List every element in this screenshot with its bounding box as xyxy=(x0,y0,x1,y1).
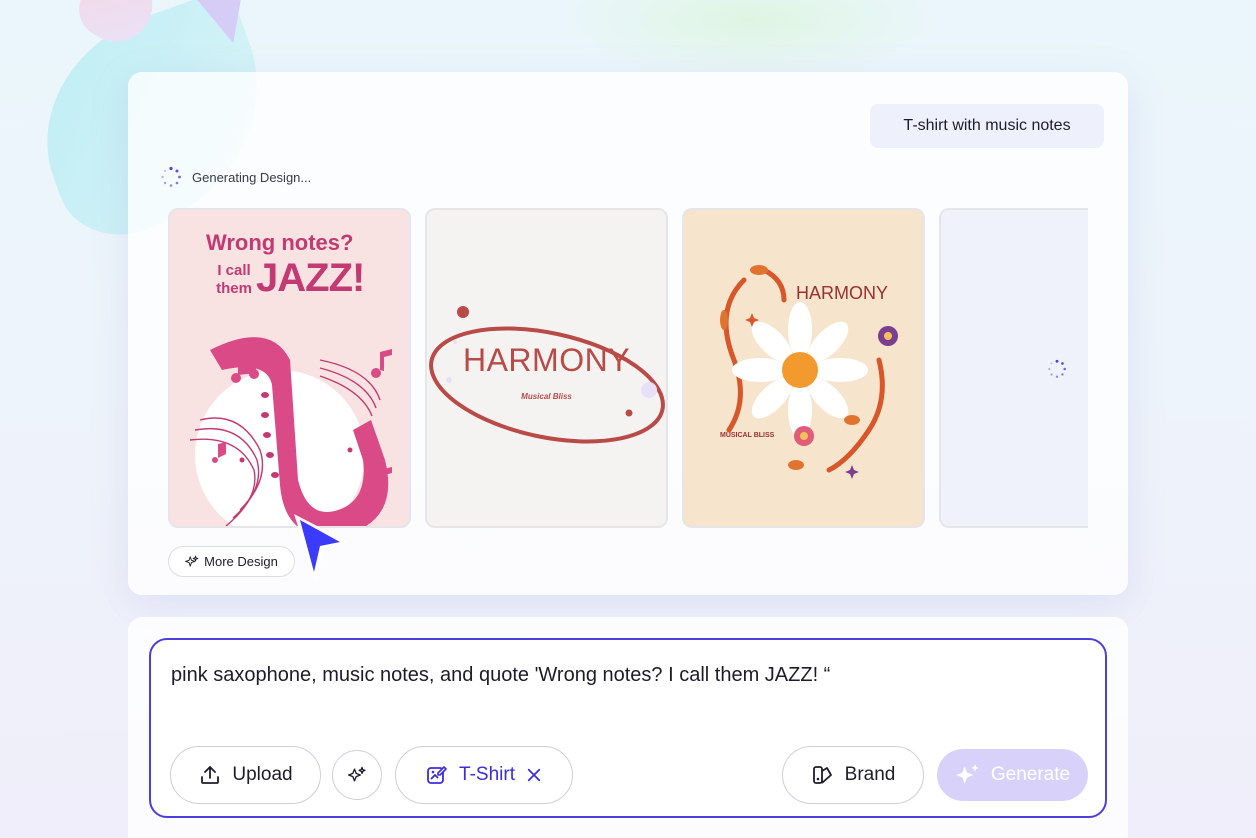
loading-spinner-icon xyxy=(1048,359,1066,378)
brand-palette-icon xyxy=(811,763,835,787)
brand-label: Brand xyxy=(844,764,896,785)
sparkles-icon xyxy=(347,765,367,785)
image-edit-icon xyxy=(425,763,449,787)
background-shape-violet xyxy=(193,0,259,50)
design-card-daisy[interactable]: HARMONY MUSICAL BLISS xyxy=(682,208,925,528)
generate-label: Generate xyxy=(990,764,1071,785)
tshirt-filter-chip[interactable]: T-Shirt xyxy=(395,746,573,804)
prompt-text[interactable]: pink saxophone, music notes, and quote '… xyxy=(171,664,830,687)
generate-button[interactable]: Generate xyxy=(937,749,1088,801)
tshirt-label: T-Shirt xyxy=(459,764,515,785)
pointer-cursor-icon xyxy=(294,514,348,582)
design-results-panel: T-shirt with music notes Generating Desi… xyxy=(128,72,1128,595)
sparkles-icon xyxy=(955,762,981,788)
more-design-label: More Design xyxy=(204,554,278,569)
brand-button[interactable]: Brand xyxy=(782,746,924,804)
prompt-input[interactable]: pink saxophone, music notes, and quote '… xyxy=(149,638,1107,818)
close-icon[interactable] xyxy=(525,766,543,784)
design-gallery: Wrong notes? I call them JAZZ! HARMONY M… xyxy=(168,207,1088,529)
upload-button[interactable]: Upload xyxy=(170,746,321,804)
magic-enhance-button[interactable] xyxy=(332,750,382,800)
design-card-loading xyxy=(939,208,1088,528)
generation-status: Generating Design... xyxy=(160,166,311,188)
daisy-title: HARMONY xyxy=(796,283,889,303)
background-glow xyxy=(560,0,940,80)
upload-icon xyxy=(198,763,222,787)
prompt-composer: pink saxophone, music notes, and quote '… xyxy=(128,617,1128,838)
prompt-chip: T-shirt with music notes xyxy=(870,104,1104,148)
more-design-button[interactable]: More Design xyxy=(168,546,295,577)
status-text: Generating Design... xyxy=(192,169,312,185)
upload-label: Upload xyxy=(232,764,293,785)
daisy-subtitle: MUSICAL BLISS xyxy=(720,432,775,439)
design-card-jazz[interactable]: Wrong notes? I call them JAZZ! xyxy=(168,208,411,528)
design-card-harmony[interactable]: HARMONY Musical Bliss xyxy=(425,208,668,528)
harmony-subtitle: Musical Bliss xyxy=(521,392,572,401)
saxophone-illustration xyxy=(189,337,392,526)
harmony-title: HARMONY xyxy=(462,342,631,378)
background-shape-pink xyxy=(68,0,166,55)
loading-spinner-icon xyxy=(161,166,181,187)
daisy-illustration xyxy=(720,265,898,479)
sparkles-icon xyxy=(185,555,199,569)
